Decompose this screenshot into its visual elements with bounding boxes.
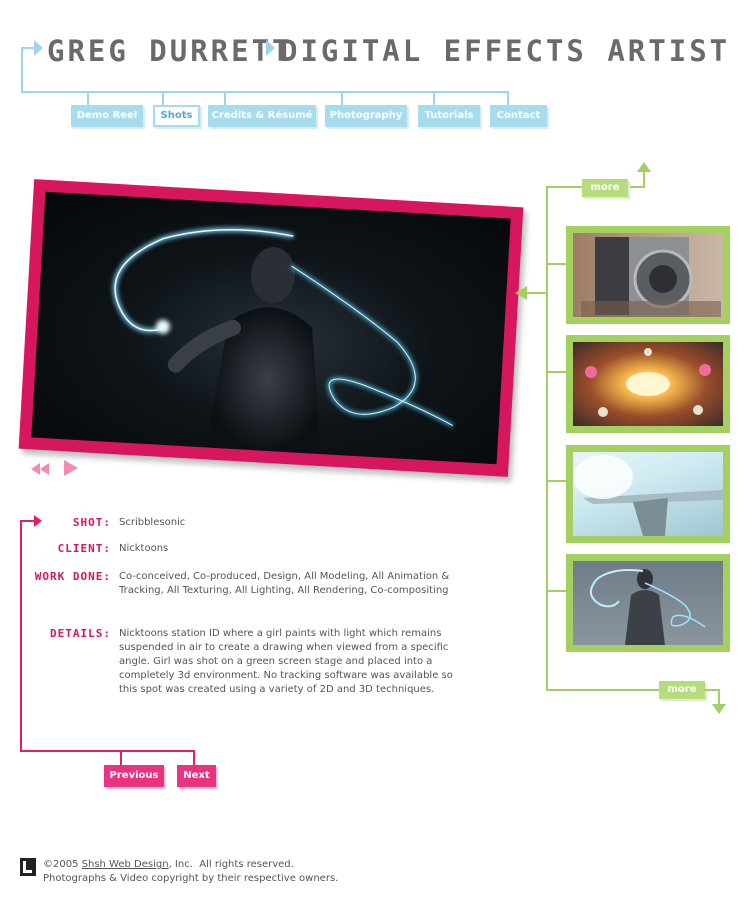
thumbnail-image <box>573 233 723 317</box>
green-branch <box>527 292 547 294</box>
client-label: CLIENT: <box>57 542 111 555</box>
more-down-button[interactable]: more <box>659 681 705 699</box>
shot-image <box>31 191 511 465</box>
nav-connector <box>224 91 226 105</box>
nav-connector <box>341 91 343 105</box>
green-branch <box>546 263 568 265</box>
header-bracket-top <box>21 47 35 49</box>
footer: ©2005 Shsh Web Design, Inc. All rights r… <box>43 858 338 886</box>
nav-shots[interactable]: Shots <box>153 105 200 127</box>
subwoofer-graphic <box>581 237 721 317</box>
arrow-right-icon <box>266 40 275 56</box>
shot-label: SHOT: <box>72 516 111 529</box>
nav-demo-reel[interactable]: Demo Reel <box>71 105 143 127</box>
header-bracket-left <box>21 47 23 93</box>
burst-graphic <box>585 348 711 417</box>
copyright-suffix: , Inc. All rights reserved. <box>168 859 294 870</box>
site-subtitle: DIGITAL EFFECTS ARTIST <box>280 34 731 68</box>
copyright-prefix: ©2005 <box>43 859 79 870</box>
shot-frame <box>18 179 524 477</box>
nav-connector <box>87 91 89 105</box>
green-connector <box>628 186 644 188</box>
green-branch <box>546 590 568 592</box>
play-icon[interactable] <box>62 459 82 479</box>
details-value: Nicktoons station ID where a girl paints… <box>119 628 453 695</box>
nav-contact[interactable]: Contact <box>490 105 547 127</box>
previous-button[interactable]: Previous <box>104 765 164 787</box>
pink-spine <box>20 520 22 752</box>
green-branch <box>546 480 568 482</box>
green-branch <box>546 371 568 373</box>
aircraft-graphic <box>573 455 723 536</box>
thumbnail-light-paint[interactable] <box>566 554 730 652</box>
nav-connector <box>162 91 164 105</box>
arrow-left-icon <box>515 286 527 300</box>
green-spine <box>546 186 548 691</box>
thumbnail-image <box>573 342 723 426</box>
thumbnail-image <box>573 561 723 645</box>
more-up-button[interactable]: more <box>582 179 628 197</box>
site-title: GREG DURRETT <box>47 34 293 68</box>
nav-connector <box>507 91 509 105</box>
arrow-right-icon <box>34 515 42 527</box>
header-bracket-bottom <box>21 91 509 93</box>
arrow-right-icon <box>34 40 43 56</box>
thumbnail-aircraft[interactable] <box>566 445 730 543</box>
footer-line-2: Photographs & Video copyright by their r… <box>43 873 339 884</box>
client-value: Nicktoons <box>119 543 169 554</box>
pink-connector <box>193 750 195 766</box>
green-connector <box>546 186 584 188</box>
pink-connector <box>20 750 195 752</box>
thumbnail-subwoofer[interactable] <box>566 226 730 324</box>
nav-credits-resume[interactable]: Credits & Résumé <box>208 105 316 127</box>
arrow-down-icon <box>712 704 726 714</box>
nav-photography[interactable]: Photography <box>325 105 407 127</box>
nav-connector <box>433 91 435 105</box>
details-label: DETAILS: <box>50 627 111 640</box>
light-paint-graphic <box>590 569 706 645</box>
work-done-value: Co-conceived, Co-produced, Design, All M… <box>119 571 450 596</box>
work-done-label: WORK DONE: <box>34 570 111 583</box>
shot-value: Scribblesonic <box>119 517 186 528</box>
arrow-up-icon <box>637 162 651 172</box>
logo-graphic <box>23 861 32 873</box>
nav-tutorials[interactable]: Tutorials <box>418 105 480 127</box>
thumbnail-burst[interactable] <box>566 335 730 433</box>
thumbnail-image <box>573 452 723 536</box>
light-painting-graphic <box>113 227 454 455</box>
green-connector <box>546 689 662 691</box>
next-button[interactable]: Next <box>177 765 216 787</box>
shsh-logo <box>20 858 36 876</box>
company-link[interactable]: Shsh Web Design <box>82 859 169 870</box>
footer-line-1: ©2005 Shsh Web Design, Inc. All rights r… <box>43 858 338 872</box>
pink-connector <box>120 750 122 766</box>
